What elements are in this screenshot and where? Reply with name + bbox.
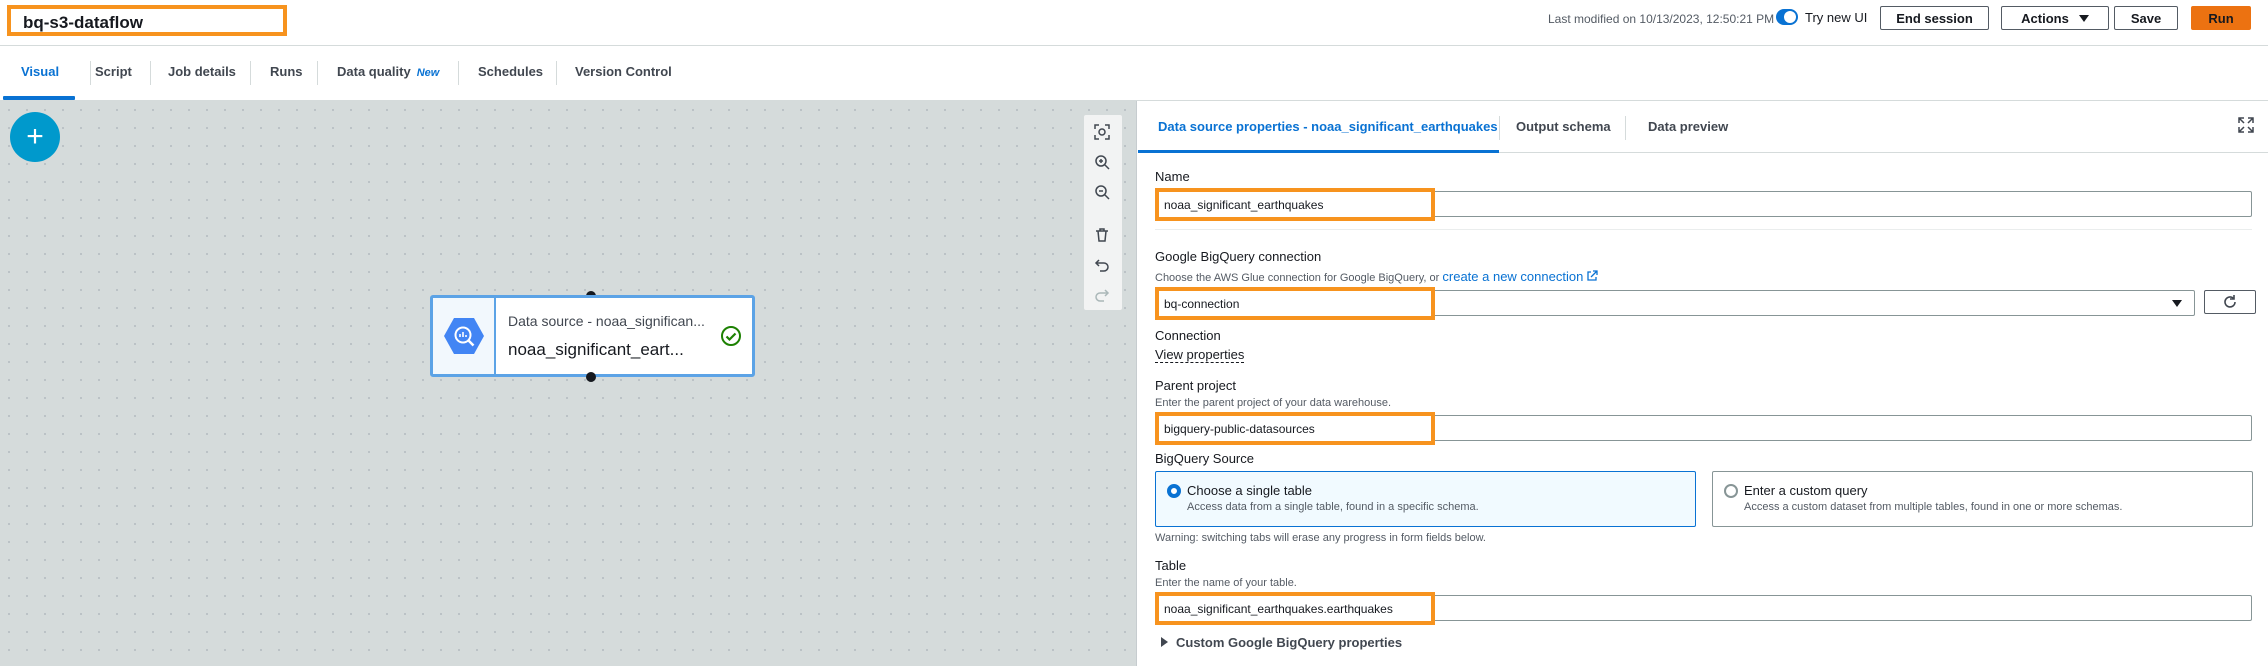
tab-version-control[interactable]: Version Control bbox=[575, 64, 672, 79]
tab-divider bbox=[90, 61, 91, 85]
single-table-option[interactable]: Choose a single table Access data from a… bbox=[1155, 471, 1696, 527]
connection-select-value[interactable]: bq-connection bbox=[1155, 287, 1435, 320]
tab-divider bbox=[250, 61, 251, 85]
custom-query-option[interactable]: Enter a custom query Access a custom dat… bbox=[1712, 471, 2253, 527]
custom-query-title: Enter a custom query bbox=[1744, 483, 1868, 498]
single-table-title: Choose a single table bbox=[1187, 483, 1313, 498]
run-button[interactable]: Run bbox=[2191, 6, 2251, 30]
divider bbox=[1155, 229, 2252, 230]
fit-view-icon[interactable] bbox=[1092, 122, 1112, 142]
radio-selected-icon bbox=[1167, 484, 1181, 498]
tab-data-source-properties[interactable]: Data source properties - noaa_significan… bbox=[1158, 119, 1498, 134]
zoom-in-icon[interactable] bbox=[1092, 152, 1112, 172]
expand-icon[interactable] bbox=[2238, 117, 2254, 133]
create-connection-link[interactable]: create a new connection bbox=[1442, 269, 1583, 284]
node-output-port[interactable] bbox=[586, 372, 596, 382]
radio-unselected-icon bbox=[1724, 484, 1738, 498]
connection-label: Google BigQuery connection bbox=[1155, 249, 1322, 264]
connection-description-text: Choose the AWS Glue connection for Googl… bbox=[1155, 272, 1440, 284]
view-properties-link[interactable]: View properties bbox=[1155, 347, 1245, 363]
canvas-toolbar bbox=[1084, 115, 1122, 310]
properties-panel: Data source properties - noaa_significan… bbox=[1138, 101, 2268, 666]
add-node-button[interactable]: + bbox=[10, 112, 60, 162]
actions-label: Actions bbox=[2021, 10, 2069, 26]
tab-divider bbox=[150, 61, 151, 85]
tab-data-quality[interactable]: Data quality New bbox=[337, 64, 439, 79]
refresh-connections-button[interactable] bbox=[2204, 290, 2256, 314]
connection-sub-label: Connection bbox=[1155, 328, 1221, 343]
chevron-down-icon bbox=[2172, 300, 2182, 307]
node-title: Data source - noaa_significan... bbox=[508, 313, 705, 329]
undo-icon[interactable] bbox=[1092, 255, 1112, 275]
tab-divider bbox=[1625, 116, 1626, 140]
end-session-button[interactable]: End session bbox=[1880, 6, 1989, 30]
delete-icon[interactable] bbox=[1092, 225, 1112, 245]
tab-output-schema[interactable]: Output schema bbox=[1516, 119, 1611, 134]
warning-text: Warning: switching tabs will erase any p… bbox=[1155, 532, 1486, 544]
bigquery-source-label: BigQuery Source bbox=[1155, 451, 1254, 466]
tab-divider bbox=[317, 61, 318, 85]
end-session-label: End session bbox=[1896, 10, 1973, 26]
table-label: Table bbox=[1155, 558, 1187, 573]
bigquery-icon bbox=[444, 318, 484, 354]
try-new-ui-toggle[interactable] bbox=[1776, 9, 1798, 25]
tab-data-preview[interactable]: Data preview bbox=[1648, 119, 1728, 134]
tab-divider bbox=[1499, 116, 1500, 140]
visual-canvas[interactable]: + Data source - noaa_significan... noaa_… bbox=[0, 101, 1137, 666]
caret-right-icon bbox=[1161, 637, 1168, 647]
parent-project-label: Parent project bbox=[1155, 378, 1236, 393]
node-icon-cell bbox=[433, 298, 496, 374]
check-circle-icon bbox=[721, 326, 741, 346]
tab-divider bbox=[556, 61, 557, 85]
job-tabs: Visual Script Job details Runs Data qual… bbox=[0, 46, 2268, 101]
custom-properties-label: Custom Google BigQuery properties bbox=[1176, 635, 1403, 650]
active-panel-tab-indicator bbox=[1138, 150, 1499, 153]
save-button[interactable]: Save bbox=[2114, 6, 2178, 30]
node-name: noaa_significant_eart... bbox=[508, 340, 684, 359]
tab-script[interactable]: Script bbox=[95, 64, 132, 79]
top-bar: bq-s3-dataflow Last modified on 10/13/20… bbox=[0, 0, 2268, 46]
toggle-knob bbox=[1784, 11, 1796, 23]
run-label: Run bbox=[2208, 10, 2234, 26]
tab-visual[interactable]: Visual bbox=[21, 64, 59, 79]
redo-icon[interactable] bbox=[1092, 285, 1112, 305]
panel-tabs: Data source properties - noaa_significan… bbox=[1138, 101, 2268, 153]
toggle-label: Try new UI bbox=[1805, 10, 1868, 25]
single-table-description: Access data from a single table, found i… bbox=[1187, 501, 1479, 513]
tab-runs[interactable]: Runs bbox=[270, 64, 303, 79]
last-modified-text: Last modified on 10/13/2023, 12:50:21 PM bbox=[1548, 12, 1775, 26]
active-tab-indicator bbox=[3, 96, 75, 100]
job-title[interactable]: bq-s3-dataflow bbox=[7, 5, 287, 36]
actions-button[interactable]: Actions bbox=[2001, 6, 2109, 30]
tab-data-quality-label: Data quality bbox=[337, 64, 411, 79]
zoom-out-icon[interactable] bbox=[1092, 182, 1112, 202]
caret-down-icon bbox=[2078, 14, 2089, 22]
parent-project-description: Enter the parent project of your data wa… bbox=[1155, 397, 1392, 409]
save-label: Save bbox=[2130, 10, 2162, 26]
parent-project-value[interactable]: bigquery-public-datasources bbox=[1155, 412, 1435, 445]
tab-divider bbox=[458, 61, 459, 85]
custom-properties-expander[interactable]: Custom Google BigQuery properties bbox=[1161, 635, 1402, 650]
table-description: Enter the name of your table. bbox=[1155, 577, 1297, 589]
name-input-value[interactable]: noaa_significant_earthquakes bbox=[1155, 188, 1435, 221]
custom-query-description: Access a custom dataset from multiple ta… bbox=[1744, 501, 2123, 513]
connection-description: Choose the AWS Glue connection for Googl… bbox=[1155, 269, 1599, 284]
external-link-icon bbox=[1587, 270, 1599, 281]
new-badge: New bbox=[416, 67, 440, 79]
data-source-node[interactable]: Data source - noaa_significan... noaa_si… bbox=[430, 295, 755, 377]
tab-schedules[interactable]: Schedules bbox=[478, 64, 543, 79]
tab-job-details[interactable]: Job details bbox=[168, 64, 236, 79]
refresh-icon bbox=[2224, 295, 2236, 308]
table-input-value[interactable]: noaa_significant_earthquakes.earthquakes bbox=[1155, 592, 1435, 625]
name-label: Name bbox=[1155, 169, 1190, 184]
